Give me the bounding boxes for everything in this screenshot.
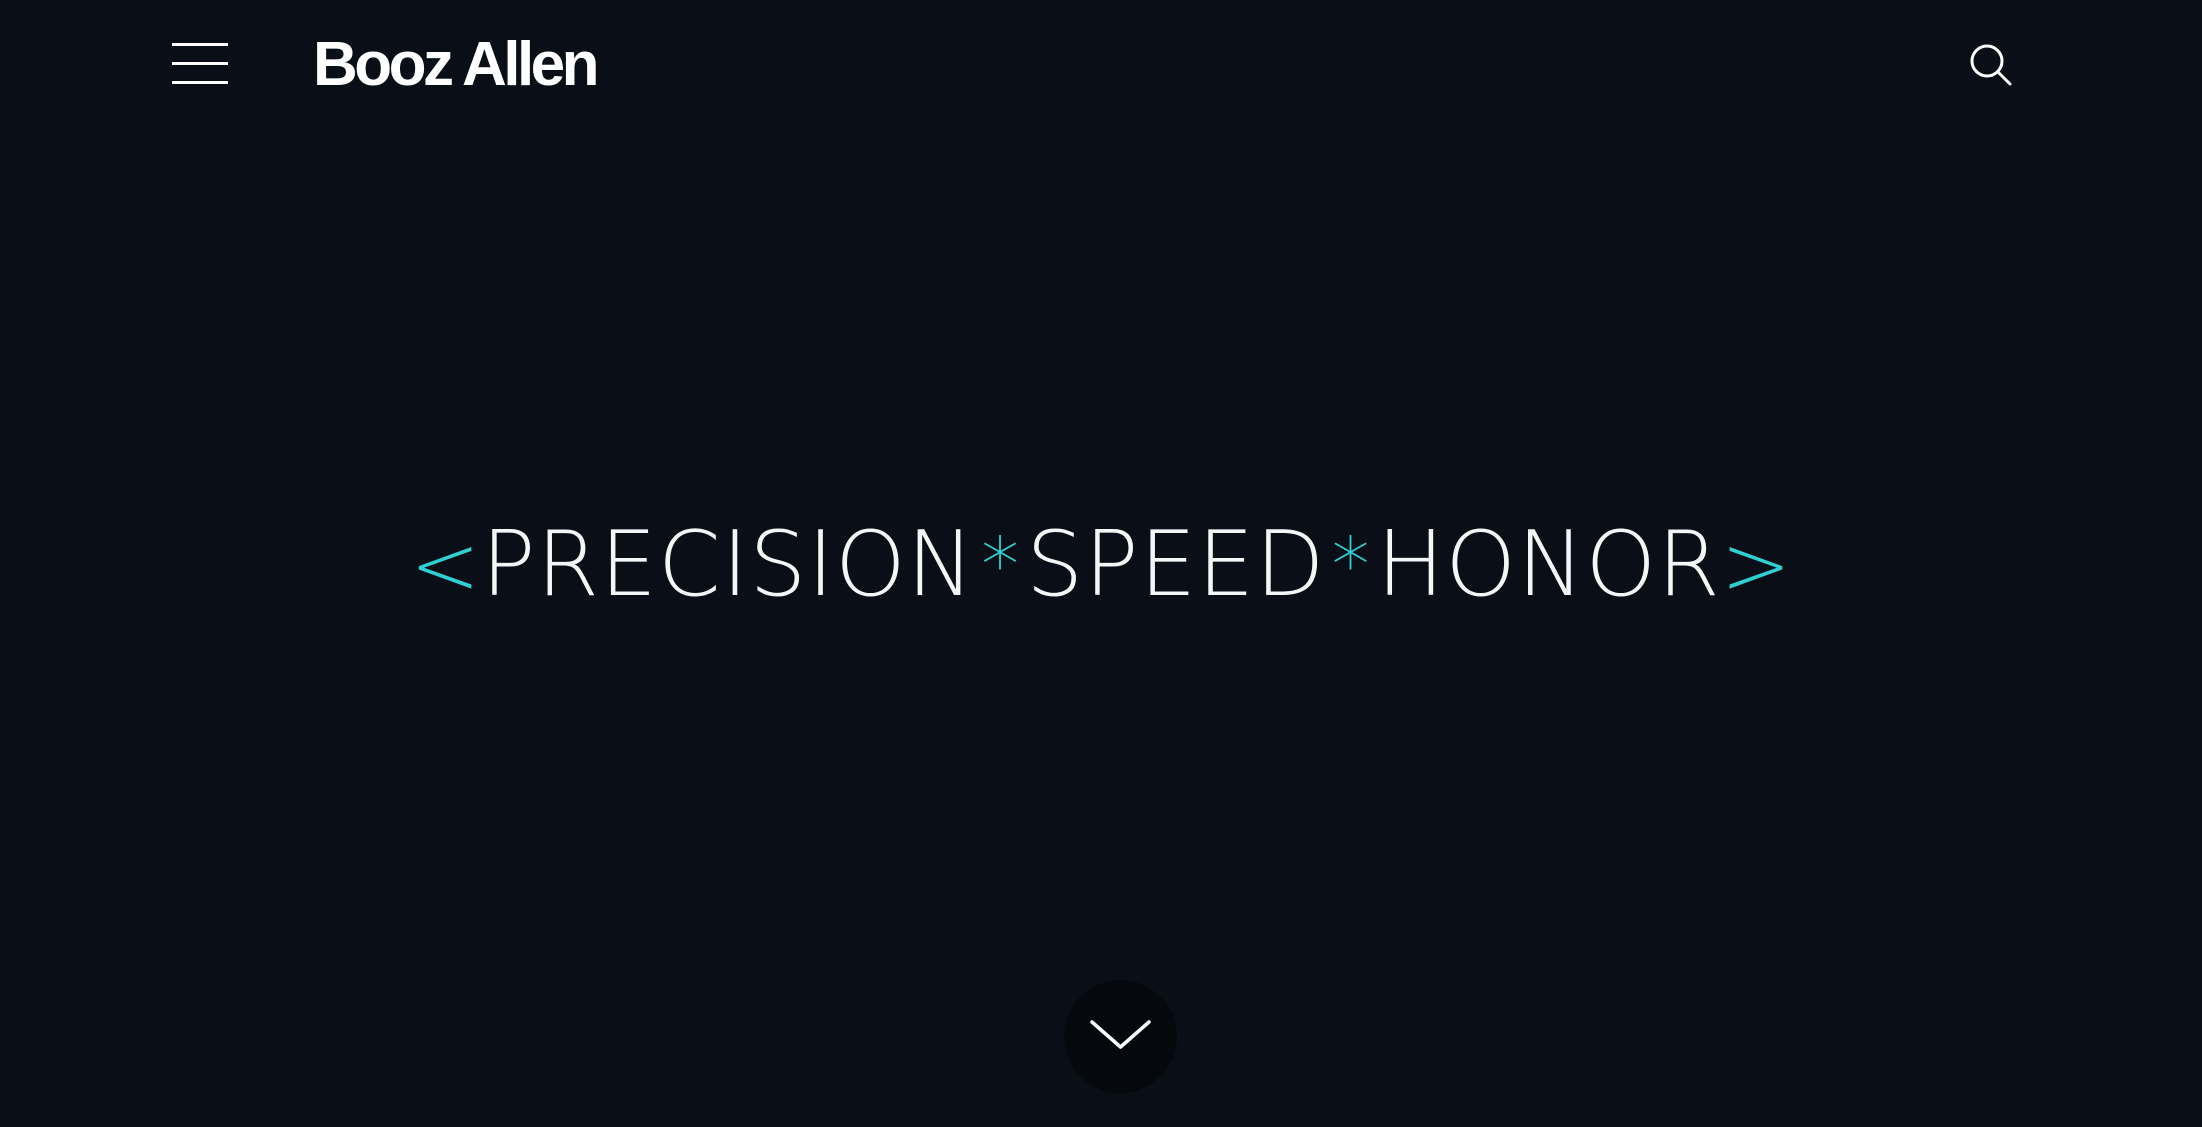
tagline-word-honor: HONOR bbox=[1376, 512, 1721, 617]
menu-button[interactable] bbox=[172, 40, 228, 88]
site-header: Booz Allen bbox=[0, 0, 2202, 135]
tagline-separator: * bbox=[981, 520, 1021, 609]
search-button[interactable] bbox=[1968, 42, 2014, 88]
tagline-separator: * bbox=[1331, 520, 1371, 609]
tagline-open-bracket: < bbox=[409, 516, 482, 614]
hero-tagline: < PRECISION * SPEED * HONOR > bbox=[0, 510, 2202, 620]
booz-allen-logo[interactable]: Booz Allen bbox=[313, 30, 600, 100]
hero-section bbox=[0, 135, 2202, 1127]
tagline-word-speed: SPEED bbox=[1026, 512, 1326, 617]
search-icon bbox=[1970, 44, 2012, 86]
chevron-down-icon bbox=[1090, 1020, 1151, 1049]
scroll-down-button[interactable] bbox=[1064, 980, 1177, 1093]
tagline-close-bracket: > bbox=[1720, 516, 1793, 614]
tagline-word-precision: PRECISION bbox=[481, 512, 976, 617]
